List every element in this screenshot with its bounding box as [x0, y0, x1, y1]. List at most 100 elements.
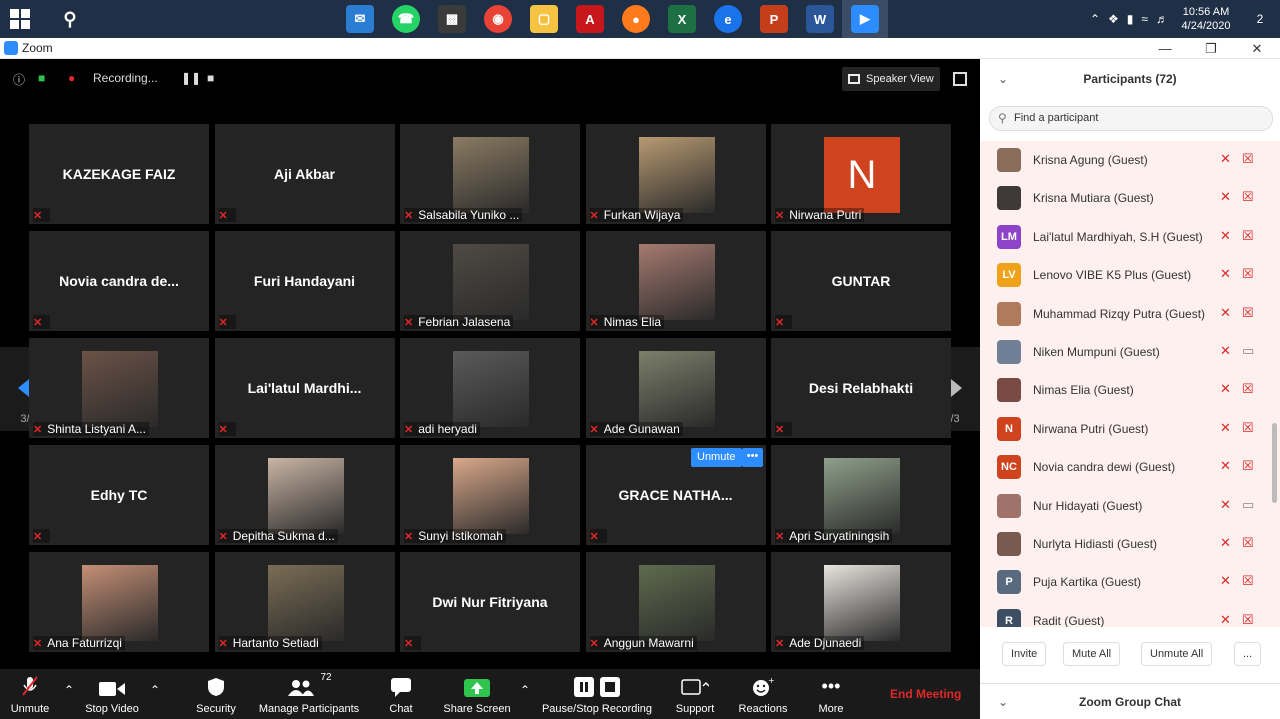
end-meeting-button[interactable]: End Meeting: [890, 687, 961, 701]
powerpoint-icon[interactable]: P: [760, 5, 788, 33]
video-tile[interactable]: ✕ Apri Suryatiningsih: [771, 445, 951, 545]
mail-icon[interactable]: ✉: [346, 5, 374, 33]
support-button[interactable]: Support: [672, 669, 718, 719]
video-tile[interactable]: ✕ Hartanto Setiadi: [214, 552, 395, 652]
stop-icon[interactable]: ■: [207, 71, 214, 85]
security-button[interactable]: Security: [190, 669, 242, 719]
participant-avatar: R: [997, 608, 1021, 627]
more-button[interactable]: ••• More: [812, 669, 850, 719]
chat-button[interactable]: Chat: [381, 669, 421, 719]
participants-icon: 72: [256, 669, 362, 697]
muted-mic-icon: ✕: [1220, 419, 1231, 435]
video-tile[interactable]: ✕ Shinta Listyani A...: [29, 338, 209, 438]
participant-row[interactable]: Krisna Agung (Guest) ✕ ☒: [980, 141, 1280, 179]
video-tile[interactable]: ✕ Sunyi Istikomah: [400, 445, 580, 545]
pause-stop-recording-button[interactable]: Pause/Stop Recording: [540, 669, 654, 719]
video-tile[interactable]: ✕ Depitha Sukma d...: [214, 445, 395, 545]
wifi-icon[interactable]: ≈: [1141, 12, 1148, 26]
video-tile[interactable]: ✕ Ana Faturrizqi: [29, 552, 209, 652]
invite-button[interactable]: Invite: [1002, 642, 1047, 666]
whatsapp-icon[interactable]: ☎: [392, 5, 420, 33]
info-icon[interactable]: ⓘ: [13, 71, 25, 88]
video-tile[interactable]: KAZEKAGE FAIZ ✕: [29, 124, 209, 224]
video-tile[interactable]: Aji Akbar ✕: [214, 124, 395, 224]
chrome-icon[interactable]: ◉: [484, 5, 512, 33]
lock-icon[interactable]: ■: [38, 71, 45, 85]
excel-icon[interactable]: X: [668, 5, 696, 33]
participant-row[interactable]: Muhammad Rizqy Putra (Guest) ✕ ☒: [980, 295, 1280, 333]
restore-icon[interactable]: ❐: [1188, 41, 1234, 57]
participant-row[interactable]: R Radit (Guest) ✕ ☒: [980, 602, 1280, 627]
participant-row[interactable]: Niken Mumpuni (Guest) ✕ ▭: [980, 333, 1280, 371]
folder-icon[interactable]: ▢: [530, 5, 558, 33]
clapper-icon[interactable]: ▩: [438, 5, 466, 33]
video-tile[interactable]: ✕ Ade Gunawan: [585, 338, 766, 438]
windows-start-icon[interactable]: [10, 9, 30, 29]
participant-row[interactable]: Krisna Mutiara (Guest) ✕ ☒: [980, 179, 1280, 217]
pause-icon[interactable]: ❚❚: [181, 71, 201, 85]
unmute-all-button[interactable]: Unmute All: [1141, 642, 1213, 666]
chevron-up-icon[interactable]: ⌃: [1090, 12, 1100, 26]
muted-mic-icon: ✕: [1220, 611, 1231, 627]
close-icon[interactable]: ✕: [1234, 41, 1280, 57]
panel-more-button[interactable]: ...: [1234, 642, 1262, 666]
tile-label: ✕ Depitha Sukma d...: [218, 529, 338, 543]
video-tile[interactable]: ✕ Anggun Mawarni: [585, 552, 766, 652]
dropbox-icon[interactable]: ❖: [1108, 12, 1119, 26]
video-tile[interactable]: ✕ Febrian Jalasena: [400, 231, 580, 331]
list-scrollbar[interactable]: [1272, 423, 1277, 503]
video-tile[interactable]: Edhy TC ✕: [29, 445, 209, 545]
notification-icon[interactable]: 2: [1246, 5, 1274, 33]
muted-mic-icon: ✕: [1220, 573, 1231, 589]
tile-label-text: Nimas Elia: [603, 315, 662, 329]
reactions-button[interactable]: + Reactions: [736, 669, 790, 719]
video-tile[interactable]: Furi Handayani ✕: [214, 231, 395, 331]
video-options-chevron-icon[interactable]: ⌃: [150, 683, 160, 697]
group-chat-header[interactable]: ⌄ Zoom Group Chat: [980, 683, 1280, 719]
share-screen-button[interactable]: Share Screen: [442, 669, 512, 719]
fullscreen-icon[interactable]: [953, 72, 967, 86]
manage-participants-button[interactable]: 72 Manage Participants: [256, 669, 362, 719]
minimize-icon[interactable]: —: [1142, 41, 1188, 56]
clock[interactable]: 10:56 AM 4/24/2020: [1176, 5, 1236, 33]
firefox-icon[interactable]: ●: [622, 5, 650, 33]
zoom-app-icon[interactable]: ▶: [851, 5, 879, 33]
participant-row[interactable]: Nur Hidayati (Guest) ✕ ▭: [980, 487, 1280, 525]
group-chat-title: Zoom Group Chat: [1079, 695, 1181, 709]
participant-row[interactable]: LM Lai'latul Mardhiyah, S.H (Guest) ✕ ☒: [980, 218, 1280, 256]
edge-icon[interactable]: e: [714, 5, 742, 33]
video-tile[interactable]: ✕ adi heryadi: [400, 338, 580, 438]
mute-all-button[interactable]: Mute All: [1063, 642, 1121, 666]
audio-options-chevron-icon[interactable]: ⌃: [64, 683, 74, 697]
participant-row[interactable]: Nurlyta Hidiasti (Guest) ✕ ☒: [980, 525, 1280, 563]
participant-row[interactable]: P Puja Kartika (Guest) ✕ ☒: [980, 563, 1280, 601]
participant-row[interactable]: Nimas Elia (Guest) ✕ ☒: [980, 371, 1280, 409]
participant-row[interactable]: N Nirwana Putri (Guest) ✕ ☒: [980, 410, 1280, 448]
tile-unmute-button[interactable]: Unmute: [691, 448, 742, 467]
video-tile[interactable]: Dwi Nur Fitriyana ✕: [400, 552, 580, 652]
search-icon[interactable]: ⚲: [56, 5, 84, 33]
participant-row[interactable]: NC Novia candra dewi (Guest) ✕ ☒: [980, 448, 1280, 486]
video-tile[interactable]: ✕ Furkan Wijaya: [585, 124, 766, 224]
video-tile[interactable]: ✕ Ade Djunaedi: [771, 552, 951, 652]
video-tile[interactable]: ✕ Nimas Elia: [585, 231, 766, 331]
video-tile[interactable]: ✕ Salsabila Yuniko ...: [400, 124, 580, 224]
video-tile[interactable]: Novia candra de... ✕: [29, 231, 209, 331]
participant-avatar: N: [997, 416, 1021, 441]
participant-row[interactable]: LV Lenovo VIBE K5 Plus (Guest) ✕ ☒: [980, 256, 1280, 294]
tile-more-button[interactable]: •••: [742, 448, 763, 467]
video-tile[interactable]: Lai'latul Mardhi... ✕: [214, 338, 395, 438]
word-icon[interactable]: W: [806, 5, 834, 33]
share-options-chevron-icon[interactable]: ⌃: [520, 683, 530, 697]
video-tile[interactable]: Desi Relabhakti ✕: [771, 338, 951, 438]
speaker-view-button[interactable]: Speaker View: [842, 67, 940, 91]
volume-icon[interactable]: ♬: [1156, 12, 1168, 26]
battery-icon[interactable]: ▮: [1127, 12, 1134, 26]
video-tile[interactable]: N ✕ Nirwana Putri: [771, 124, 951, 224]
stop-video-button[interactable]: Stop Video: [82, 669, 142, 719]
participant-search-input[interactable]: ⚲ Find a participant: [989, 106, 1273, 131]
video-tile[interactable]: GUNTAR ✕: [771, 231, 951, 331]
pdf-icon[interactable]: A: [576, 5, 604, 33]
chat-label: Chat: [389, 703, 413, 715]
unmute-button[interactable]: Unmute: [6, 669, 54, 719]
